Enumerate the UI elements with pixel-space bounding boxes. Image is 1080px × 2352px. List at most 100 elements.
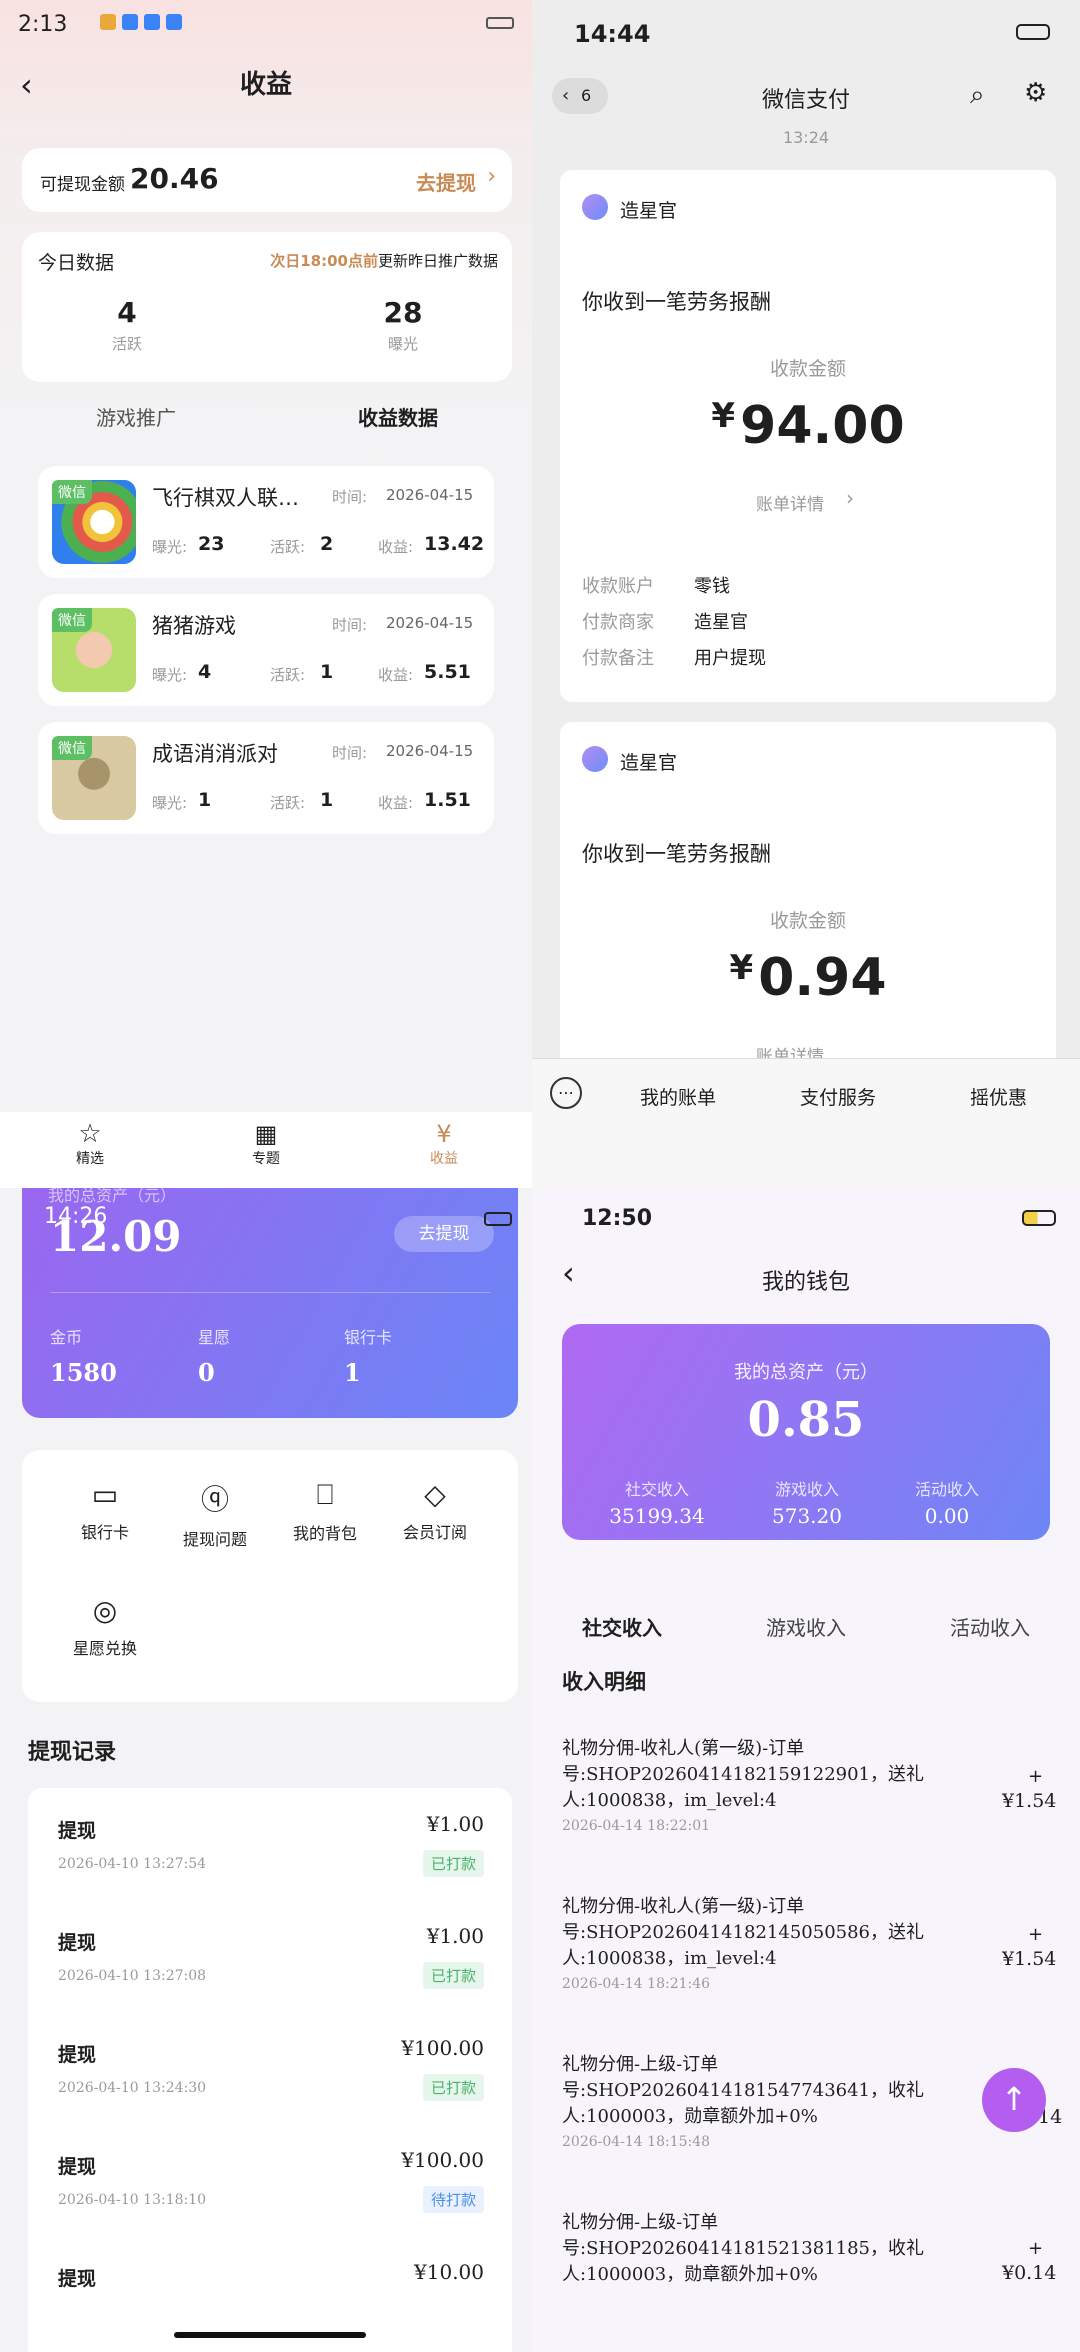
keyboard-icon[interactable]: ⋯ — [550, 1077, 582, 1109]
income-item[interactable]: 礼物分佣-上级-订单号:SHOP20260414181547743641，收礼人… — [562, 2052, 1062, 2202]
stat-active-value: 4 — [117, 296, 137, 329]
exposure-label: 曝光: — [152, 666, 188, 684]
status-badge: 已打款 — [422, 2074, 484, 2101]
today-note: 次日18:00点前更新昨日推广数据 — [270, 250, 498, 271]
time-label: 时间: — [332, 744, 368, 762]
record-title: 提现 — [58, 2044, 97, 2066]
sender-name: 造星官 — [620, 752, 678, 774]
game-name: 成语消消派对 — [152, 742, 278, 766]
menu-shake-offers[interactable]: 摇优惠 — [970, 1083, 1027, 1110]
message-headline: 你收到一笔劳务报酬 — [582, 842, 771, 866]
income-value: 13.42 — [424, 533, 485, 555]
game-row[interactable]: 微信 成语消消派对 时间: 2026-04-15 曝光: 1 活跃: 1 收益:… — [38, 722, 494, 834]
action-label: 提现问题 — [182, 1530, 247, 1549]
stat-active: 4 活跃 — [82, 296, 172, 354]
payment-message-card[interactable]: 造星官 你收到一笔劳务报酬 收款金额 ¥ 94.00 账单详情 › 收款账户 零… — [560, 170, 1056, 702]
tab-social-income[interactable]: 社交收入 — [582, 1612, 662, 1641]
record-row[interactable]: 提现 ¥1.00 2026-04-10 13:27:54 已打款 — [28, 1788, 512, 1900]
exposure-value: 4 — [198, 661, 212, 683]
total-label: 我的总资产（元） — [734, 1362, 878, 1383]
game-row[interactable]: 微信 猪猪游戏 时间: 2026-04-15 曝光: 4 活跃: 1 收益: 5… — [38, 594, 494, 706]
income-item[interactable]: 礼物分佣-收礼人(第一级)-订单号:SHOP202604141821591229… — [562, 1736, 1062, 1886]
nav-topics-label: 专题 — [252, 1151, 280, 1167]
record-row[interactable]: 提现 ¥100.00 2026-04-10 13:24:30 已打款 — [28, 2012, 512, 2124]
income-desc: 礼物分佣-收礼人(第一级)-订单号:SHOP202604141821591229… — [562, 1738, 925, 1811]
page-title: 我的钱包 — [761, 1270, 850, 1295]
wechat-pay-screen: 14:44 ‹ 6 微信支付 ⌕ ⚙ 13:24 造星官 你收到一笔劳务报酬 收… — [532, 0, 1080, 1188]
sub-value: 573.20 — [772, 1504, 842, 1528]
gear-icon[interactable]: ⚙ — [1024, 78, 1047, 108]
action-backpack[interactable]: ⎕ 我的背包 — [282, 1478, 368, 1544]
game-name: 猪猪游戏 — [152, 614, 236, 638]
today-note-highlight: 次日18:00点前 — [270, 252, 378, 270]
income-desc: 礼物分佣-上级-订单号:SHOP20260414181521381185，收礼人… — [562, 2212, 925, 2285]
record-title: 提现 — [58, 1820, 97, 1842]
platform-tag: 微信 — [52, 608, 92, 632]
nav-earnings[interactable]: ¥ 收益 — [414, 1120, 474, 1168]
income-item[interactable]: 礼物分佣-收礼人(第一级)-订单号:SHOP202604141821450505… — [562, 1894, 1062, 2044]
service-menu-bar: ⋯ 我的账单 支付服务 摇优惠 — [532, 1058, 1080, 1188]
amount: ¥ 94.00 — [560, 396, 1056, 456]
tab-activity-income[interactable]: 活动收入 — [950, 1612, 1030, 1641]
income-sign: + — [1028, 1924, 1044, 1945]
time-label: 时间: — [332, 616, 368, 634]
withdraw-link[interactable]: 去提现 — [416, 167, 476, 196]
game-row[interactable]: 微信 飞行棋双人联… 时间: 2026-04-15 曝光: 23 活跃: 2 收… — [38, 466, 494, 578]
nav-topics[interactable]: ▦ 专题 — [236, 1120, 296, 1168]
balance-card: 可提现金额 20.46 去提现 › — [22, 148, 512, 212]
income-item[interactable]: 礼物分佣-上级-订单号:SHOP20260414181521381185，收礼人… — [562, 2210, 1062, 2350]
message-headline: 你收到一笔劳务报酬 — [582, 290, 771, 314]
today-title: 今日数据 — [38, 252, 115, 274]
game-date: 2026-04-15 — [386, 614, 474, 632]
message-timestamp: 13:24 — [782, 128, 830, 147]
exposure-label: 曝光: — [152, 538, 188, 556]
record-row[interactable]: 提现 ¥1.00 2026-04-10 13:27:08 已打款 — [28, 1900, 512, 2012]
income-label: 收益: — [378, 538, 414, 556]
sub-label: 社交收入 — [624, 1480, 689, 1499]
nav-featured-label: 精选 — [76, 1151, 104, 1167]
income-label: 收益: — [378, 666, 414, 684]
action-label: 银行卡 — [80, 1523, 129, 1542]
battery-icon — [1022, 1210, 1056, 1226]
tab-income-data[interactable]: 收益数据 — [358, 402, 438, 431]
wallet-screen: 12:50 ‹ 我的钱包 我的总资产（元） 0.85 社交收入 35199.34… — [532, 1188, 1080, 2352]
target-icon: ◎ — [92, 1594, 118, 1627]
record-amount: ¥100.00 — [401, 2036, 484, 2060]
payment-message-card[interactable]: 造星官 你收到一笔劳务报酬 收款金额 ¥ 0.94 账单详情 — [560, 722, 1056, 1092]
income-time: 2026-04-14 18:22:01 — [562, 1818, 711, 1834]
bill-detail-link[interactable]: 账单详情 — [756, 490, 824, 515]
platform-tag: 微信 — [52, 480, 92, 504]
search-icon[interactable]: ⌕ — [970, 80, 985, 111]
nav-earnings-label: 收益 — [430, 1151, 458, 1167]
asset-label: 金币 — [50, 1328, 83, 1347]
scroll-top-button[interactable]: ↑ — [982, 2068, 1046, 2132]
active-value: 2 — [320, 533, 334, 555]
active-label: 活跃: — [270, 538, 306, 556]
grid-icon: ▦ — [254, 1120, 278, 1148]
action-withdraw-faq[interactable]: ⓠ 提现问题 — [172, 1478, 258, 1550]
status-system-icons — [394, 14, 514, 32]
menu-my-bill[interactable]: 我的账单 — [640, 1083, 716, 1110]
battery-icon — [1016, 24, 1050, 40]
nav-featured[interactable]: ☆ 精选 — [60, 1120, 120, 1168]
sender-avatar — [582, 746, 608, 772]
asset-value: 1 — [344, 1358, 361, 1387]
record-row[interactable]: 提现 ¥100.00 2026-04-10 13:18:10 待打款 — [28, 2124, 512, 2236]
asset-label: 星愿 — [198, 1328, 231, 1347]
bag-icon: ⎕ — [316, 1478, 334, 1511]
stat-active-label: 活跃 — [111, 335, 142, 353]
income-value: 5.51 — [424, 661, 471, 683]
action-bank-card[interactable]: ▭ 银行卡 — [62, 1478, 148, 1543]
action-membership[interactable]: ◇ 会员订阅 — [392, 1478, 478, 1543]
balance-value: 20.46 — [130, 162, 219, 195]
row-value: 造星官 — [694, 612, 748, 633]
action-wish-exchange[interactable]: ◎ 星愿兑换 — [62, 1594, 148, 1659]
tab-game-promo[interactable]: 游戏推广 — [96, 402, 176, 431]
menu-pay-service[interactable]: 支付服务 — [800, 1083, 876, 1110]
asset-value: 1580 — [50, 1358, 117, 1387]
tab-game-income[interactable]: 游戏收入 — [766, 1612, 846, 1641]
stat-exposure-label: 曝光 — [387, 335, 418, 353]
earnings-screen: 2:13 ‹ 收益 可提现金额 20.46 去提现 › 今日数据 次日18:00… — [0, 0, 532, 1188]
income-desc: 礼物分佣-收礼人(第一级)-订单号:SHOP202604141821450505… — [562, 1896, 925, 1969]
active-value: 1 — [320, 789, 334, 811]
